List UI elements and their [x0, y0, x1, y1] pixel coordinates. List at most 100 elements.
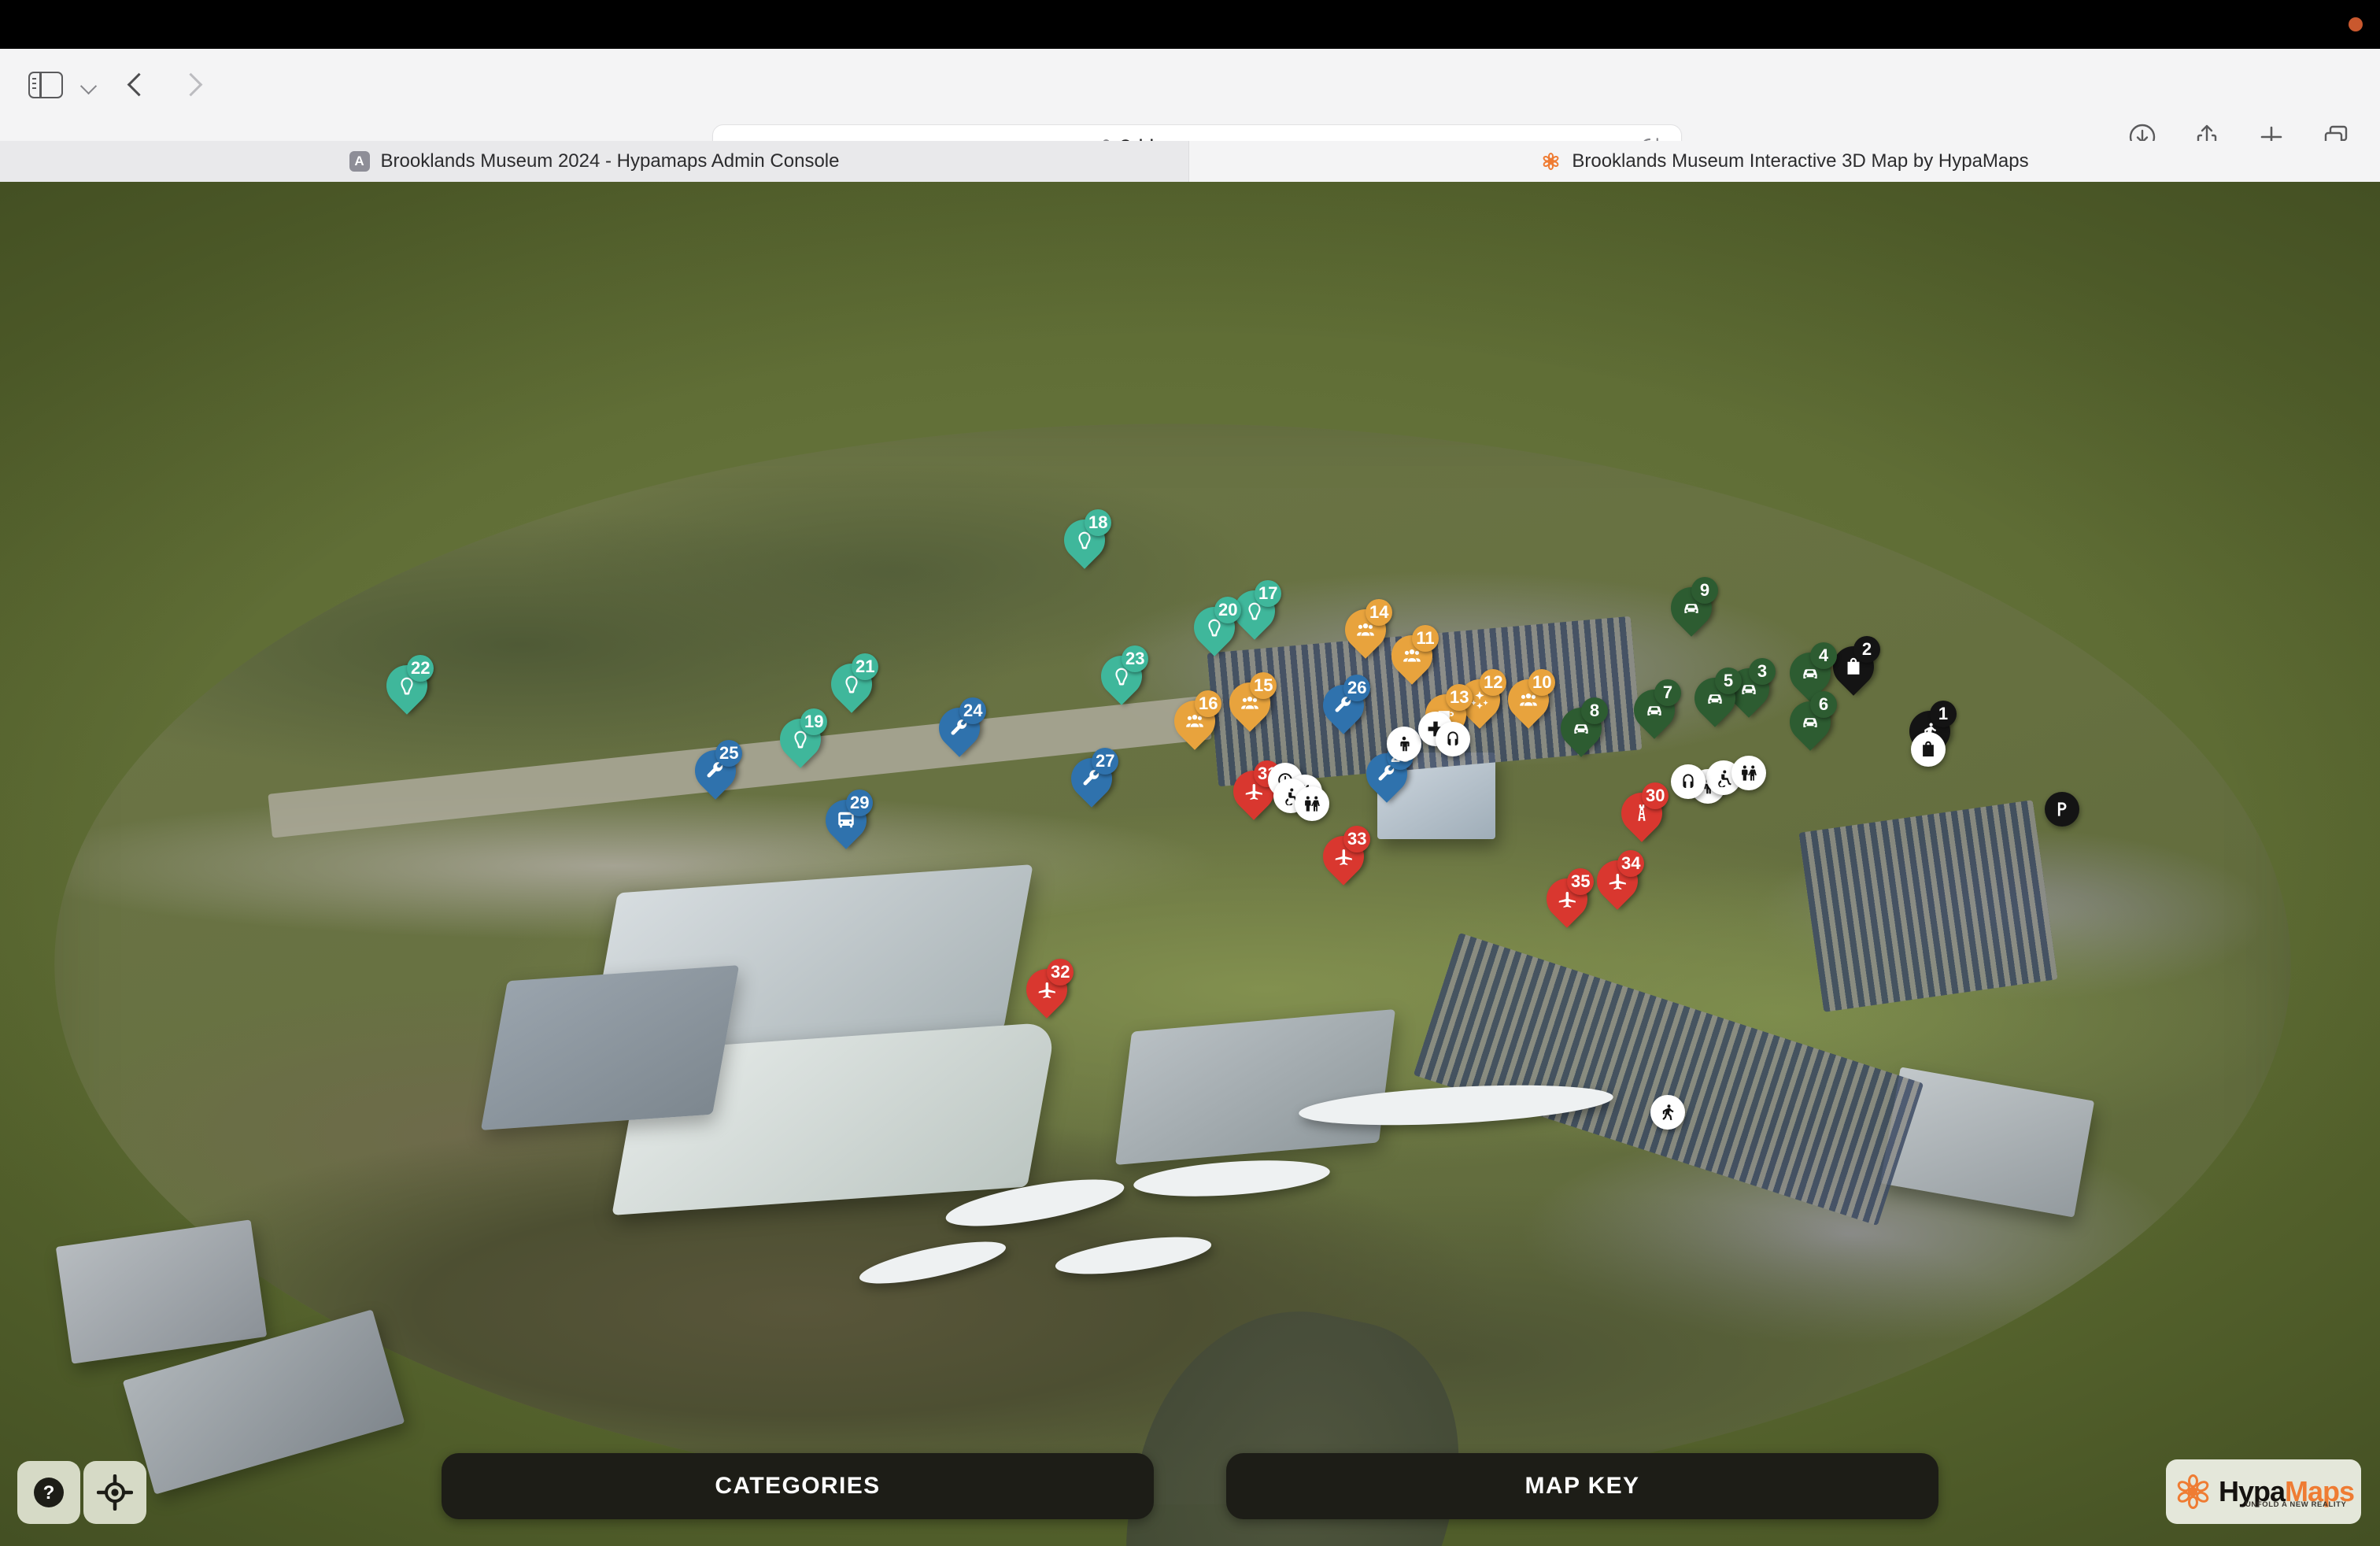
pin-number: 18 [1085, 509, 1112, 536]
map-pin-11[interactable]: 11 [1383, 625, 1441, 685]
map-pin-34[interactable]: 34 [1588, 850, 1646, 910]
pin-number: 14 [1366, 599, 1393, 626]
map-pin-24[interactable]: 24 [930, 697, 989, 757]
logo-tagline: UNFOLD A NEW REALITY [2245, 1500, 2347, 1509]
map-service-pin-audio[interactable] [1671, 764, 1706, 799]
audio-icon [1447, 731, 1458, 745]
map-pin-29[interactable]: 29 [817, 790, 875, 849]
pin-number: 27 [1092, 748, 1119, 775]
tab-admin-console[interactable]: A Brooklands Museum 2024 - Hypamaps Admi… [0, 141, 1189, 182]
map-pin-5[interactable]: 5 [1686, 668, 1744, 727]
pin-number: 15 [1250, 672, 1277, 699]
map-pin-25[interactable]: 25 [686, 740, 745, 800]
pin-number: 13 [1446, 684, 1473, 711]
map-pin-15[interactable]: 15 [1221, 672, 1279, 732]
map-pin-33[interactable]: 33 [1314, 826, 1373, 886]
map-pin-22[interactable]: 22 [378, 655, 436, 715]
pin-number: 26 [1343, 675, 1371, 701]
toilets-icon [1742, 765, 1757, 781]
wheelchair-icon [1718, 770, 1731, 787]
pin-number: 5 [1715, 668, 1742, 694]
audio-icon [1683, 774, 1694, 788]
map-service-pin-toilets[interactable] [1295, 786, 1329, 821]
map-pin-6[interactable]: 6 [1781, 691, 1839, 751]
map-pin-17[interactable]: 17 [1225, 580, 1284, 640]
map-pin-35[interactable]: 35 [1538, 868, 1596, 928]
walk-icon [1662, 1104, 1674, 1120]
pin-number: 20 [1214, 597, 1242, 623]
map-service-pin-parking[interactable] [2045, 792, 2079, 827]
baby-change-icon [1400, 736, 1410, 752]
pin-number: 6 [1810, 691, 1837, 718]
pin-number: 29 [846, 790, 874, 816]
map-pin-16[interactable]: 16 [1166, 690, 1224, 750]
hypamaps-flower-icon [2173, 1472, 2212, 1511]
parking-icon [2057, 802, 2067, 816]
pin-number: 7 [1654, 679, 1681, 706]
pin-number: 17 [1255, 580, 1282, 607]
map-pin-30[interactable]: 30 [1613, 782, 1671, 842]
pin-number: 22 [407, 655, 434, 682]
letter-a-favicon: A [349, 151, 370, 172]
pin-number: 30 [1642, 782, 1669, 809]
map-pin-18[interactable]: 18 [1055, 509, 1114, 569]
back-arrow-icon[interactable] [126, 71, 151, 99]
shop-bag-icon [1923, 741, 1934, 756]
toilets-icon [1305, 796, 1320, 812]
tab-bar: A Brooklands Museum 2024 - Hypamaps Admi… [0, 141, 2380, 182]
pin-number: 23 [1122, 645, 1149, 672]
window-titlebar [0, 0, 2380, 49]
pin-number: 10 [1528, 669, 1556, 696]
hypamaps-logo[interactable]: HypaMaps UNFOLD A NEW REALITY [2166, 1459, 2361, 1524]
chevron-down-icon[interactable] [80, 76, 98, 94]
map-pin-20[interactable]: 20 [1185, 597, 1244, 656]
pin-number: 19 [800, 708, 828, 735]
categories-button[interactable]: CATEGORIES [442, 1453, 1154, 1519]
browser-toolbar: 3d.hypamaps.com [0, 49, 2380, 170]
pin-number: 11 [1412, 625, 1439, 652]
pin-number: 3 [1749, 658, 1776, 685]
map-pin-27[interactable]: 27 [1062, 748, 1121, 808]
pin-number: 1 [1930, 701, 1957, 727]
3d-model-island [0, 182, 2380, 1546]
tab-interactive-3d-map[interactable]: Brooklands Museum Interactive 3D Map by … [1189, 141, 2380, 182]
pin-number: 33 [1343, 826, 1371, 853]
pin-number: 4 [1810, 642, 1837, 669]
sidebar-toggle-icon[interactable] [28, 72, 63, 98]
pin-number: 21 [852, 653, 879, 680]
map-pin-32[interactable]: 32 [1018, 959, 1076, 1019]
pin-number: 2 [1853, 636, 1880, 663]
map-action-buttons: CATEGORIES MAP KEY [0, 1453, 2380, 1524]
map-key-button[interactable]: MAP KEY [1226, 1453, 1938, 1519]
map-service-pin-audio[interactable] [1436, 722, 1470, 756]
pin-number: 35 [1567, 868, 1595, 895]
pin-number: 25 [715, 740, 743, 767]
forward-arrow-icon[interactable] [178, 71, 203, 99]
map-service-pin-toilets[interactable] [1731, 756, 1766, 790]
tab-label: Brooklands Museum Interactive 3D Map by … [1572, 150, 2029, 172]
browser-window: 3d.hypamaps.com A Brooklan [0, 0, 2380, 1546]
map-pin-23[interactable]: 23 [1092, 645, 1151, 705]
map-pin-19[interactable]: 19 [771, 708, 830, 768]
pin-number: 32 [1047, 959, 1074, 986]
map-pin-9[interactable]: 9 [1662, 577, 1720, 637]
map-pin-2[interactable]: 2 [1824, 636, 1883, 696]
map-pin-7[interactable]: 7 [1625, 679, 1683, 739]
recording-indicator-dot [2349, 17, 2363, 31]
pin-number: 12 [1480, 669, 1507, 696]
map-viewport[interactable]: 1 2 3 4 5 6 7 8 9 10 11 12 13 14 15 16 17 18 19 20 21 22 23 24 2… [0, 182, 2380, 1546]
map-pin-10[interactable]: 10 [1499, 669, 1558, 729]
pin-number: 16 [1195, 690, 1222, 717]
pin-number: 8 [1581, 697, 1608, 724]
map-service-pin-baby-change[interactable] [1387, 727, 1421, 761]
tab-label: Brooklands Museum 2024 - Hypamaps Admin … [380, 150, 840, 172]
map-pin-26[interactable]: 26 [1314, 675, 1373, 734]
pin-number: 9 [1691, 577, 1718, 604]
map-pin-21[interactable]: 21 [822, 653, 881, 713]
map-pin-14[interactable]: 14 [1336, 599, 1395, 659]
hypamaps-flower-favicon [1540, 151, 1561, 172]
pin-number: 24 [959, 697, 987, 724]
map-service-pin-shop-bag[interactable] [1911, 732, 1946, 767]
map-service-pin-walk[interactable] [1650, 1095, 1685, 1130]
map-pin-8[interactable]: 8 [1552, 697, 1610, 757]
